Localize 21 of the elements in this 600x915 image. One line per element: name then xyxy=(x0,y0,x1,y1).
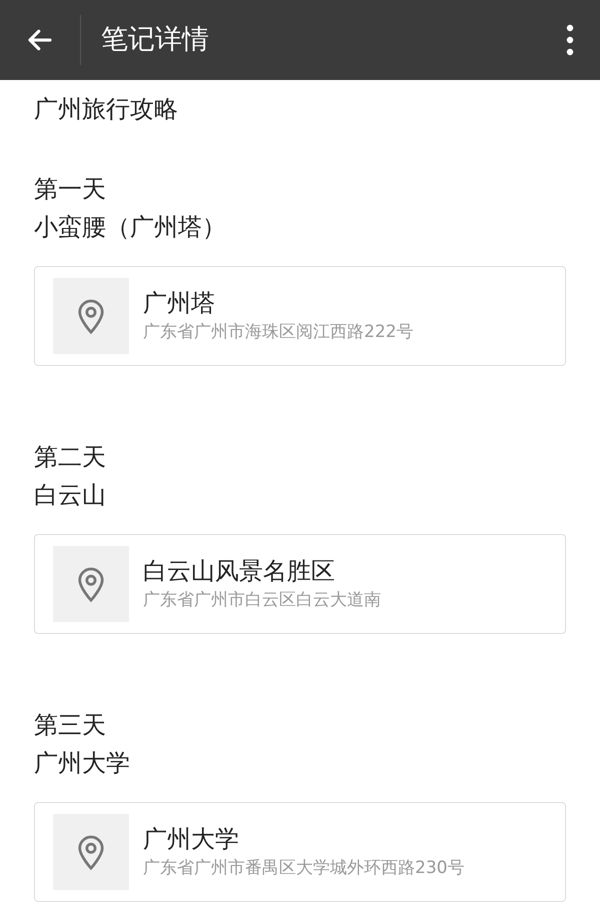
day-place: 广州大学 xyxy=(34,748,131,779)
day-place: 小蛮腰（广州塔） xyxy=(34,212,227,243)
location-card[interactable]: 广州塔 广东省广州市海珠区阅江西路222号 xyxy=(34,266,566,366)
day-place: 白云山 xyxy=(34,480,107,511)
day-label: 第一天 xyxy=(34,174,107,205)
map-pin-icon xyxy=(76,565,106,603)
menu-icon xyxy=(566,24,574,56)
location-name: 白云山风景名胜区 xyxy=(143,556,336,587)
map-pin-icon xyxy=(76,833,106,871)
location-address: 广东省广州市番禺区大学城外环西路230号 xyxy=(143,857,464,880)
location-card[interactable]: 白云山风景名胜区 广东省广州市白云区白云大道南 xyxy=(34,534,566,634)
map-pin-icon xyxy=(76,297,106,335)
app-bar-title: 笔记详情 xyxy=(101,22,210,57)
location-address: 广东省广州市海珠区阅江西路222号 xyxy=(143,321,414,344)
location-card[interactable]: 广州大学 广东省广州市番禺区大学城外环西路230号 xyxy=(34,802,566,902)
location-name: 广州塔 xyxy=(143,288,216,319)
location-address: 广东省广州市白云区白云大道南 xyxy=(143,589,381,612)
location-name: 广州大学 xyxy=(143,824,240,855)
day-label: 第二天 xyxy=(34,442,107,473)
day-label: 第三天 xyxy=(34,710,107,741)
note-title: 广州旅行攻略 xyxy=(34,94,179,125)
